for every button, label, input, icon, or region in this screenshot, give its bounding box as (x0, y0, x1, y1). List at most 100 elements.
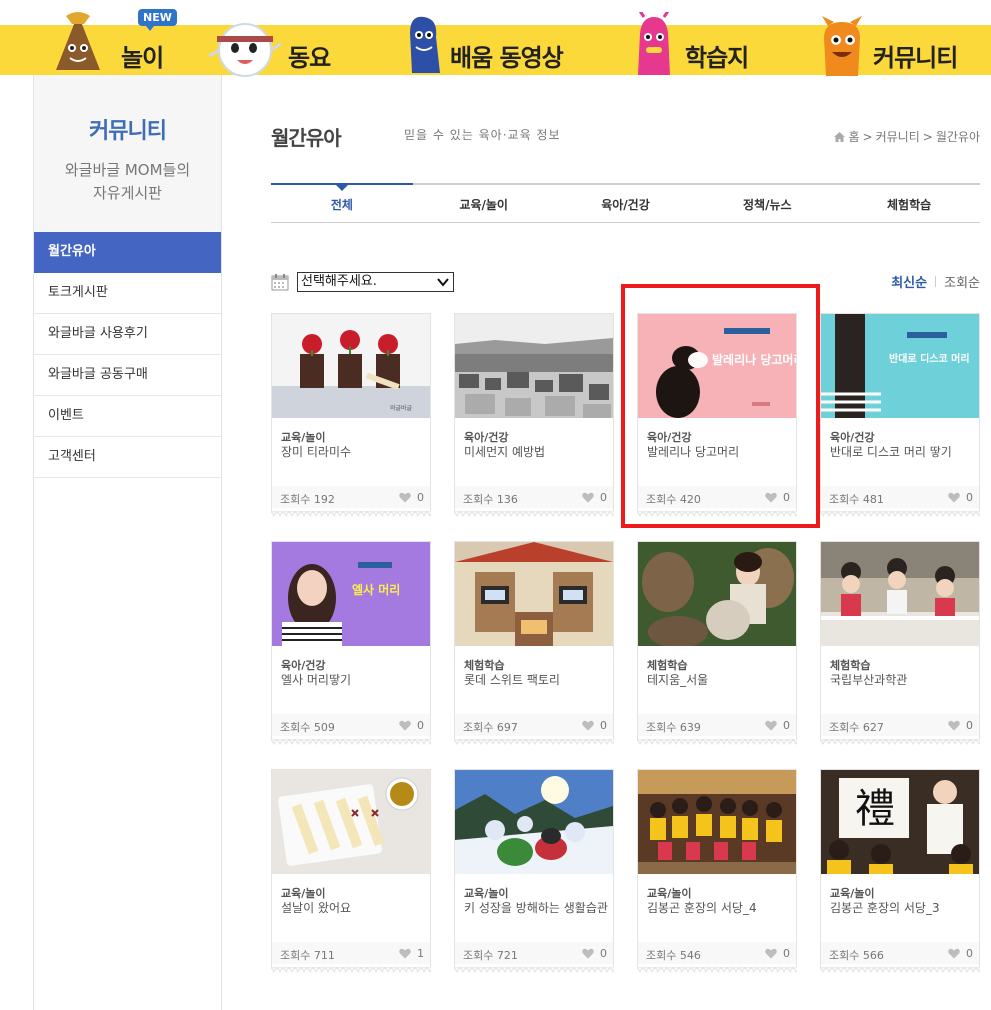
tab-field-trip[interactable]: 체험학습 (838, 185, 980, 222)
post-views: 조회수 697 (463, 721, 518, 734)
card-zigzag-edge (454, 967, 614, 973)
post-likes[interactable]: 0 (948, 491, 973, 504)
nav-item-play[interactable]: NEW 놀이 (48, 0, 178, 75)
post-title[interactable]: 키 성장을 방해하는 생활습관 (464, 901, 610, 916)
post-title[interactable]: 미세먼지 예방법 (464, 445, 610, 460)
sidebar-item-monthly[interactable]: 월간유아 (34, 232, 221, 273)
breadcrumb-home[interactable]: 홈 (848, 128, 859, 145)
post-thumbnail[interactable]: 禮 (821, 770, 979, 874)
tab-policy-news[interactable]: 정책/뉴스 (696, 185, 838, 222)
post-title[interactable]: 반대로 디스코 머리 땋기 (830, 445, 976, 460)
post-thumbnail[interactable] (638, 770, 796, 874)
post-category: 교육/놀이 (281, 887, 326, 900)
post-views: 조회수 639 (646, 721, 701, 734)
tab-education-play[interactable]: 교육/놀이 (413, 185, 555, 222)
post-thumbnail[interactable] (272, 770, 430, 874)
sidebar-item-support[interactable]: 고객센터 (34, 437, 221, 478)
nav-item-songs[interactable]: 동요 (207, 0, 332, 77)
post-title[interactable]: 엘사 머리땋기 (281, 673, 427, 688)
breadcrumb: 홈 > 커뮤니티 > 월간유아 (834, 128, 980, 145)
blue-character-icon (410, 16, 440, 73)
post-thumbnail[interactable]: 와글바글 (272, 314, 430, 418)
post-category: 체험학습 (464, 659, 505, 672)
post-likes[interactable]: 0 (765, 719, 790, 732)
post-card[interactable]: 교육/놀이 설날이 왔어요조회수 711 1 (271, 769, 431, 973)
nav-item-videos[interactable]: 배움 동영상 (402, 0, 567, 75)
post-stats: 조회수 566 0 (821, 942, 979, 964)
post-card[interactable]: 육아/건강 미세먼지 예방법 조회수 136 0 (454, 313, 614, 517)
orange-character-icon (822, 16, 862, 76)
post-likes[interactable]: 0 (582, 947, 607, 960)
sidebar: 커뮤니티 와글바글 MOM들의 자유게시판 월간유아 토크게시판 와글바글 사용… (33, 75, 222, 1010)
post-title[interactable]: 김봉곤 훈장의 서당_3 (830, 901, 976, 916)
post-likes[interactable]: 0 (948, 719, 973, 732)
post-likes[interactable]: 0 (399, 491, 424, 504)
thumb-watermark: 와글바글 (390, 404, 413, 412)
heart-icon (399, 492, 411, 503)
post-stats: 조회수 509 0 (272, 714, 430, 736)
post-card[interactable]: 체험학습 국립부산과학관 조회수 627 0 (820, 541, 980, 745)
post-likes[interactable]: 1 (399, 947, 424, 960)
post-thumbnail[interactable] (455, 770, 613, 874)
post-card[interactable]: 교육/놀이 키 성장을 방해하는 생활습관 조회수 721 0 (454, 769, 614, 973)
post-thumbnail[interactable] (638, 542, 796, 646)
heart-icon (582, 720, 594, 731)
breadcrumb-community[interactable]: 커뮤니티 (876, 128, 920, 145)
sort-views[interactable]: 조회순 (944, 272, 980, 291)
post-thumbnail[interactable]: 반대로 디스코 머리 (821, 314, 979, 418)
post-views: 조회수 566 (829, 949, 884, 962)
heart-icon (582, 948, 594, 959)
post-card[interactable]: 교육/놀이 김봉곤 훈장의 서당_4 조회수 546 0 (637, 769, 797, 973)
post-thumbnail[interactable]: 엘사 머리 (272, 542, 430, 646)
post-likes[interactable]: 0 (948, 947, 973, 960)
post-views: 조회수 721 (463, 949, 518, 962)
post-title[interactable]: 설날이 왔어요 (281, 901, 427, 916)
tab-all[interactable]: 전체 (271, 183, 413, 222)
ghost-character-icon (208, 23, 282, 77)
sidebar-item-reviews[interactable]: 와글바글 사용후기 (34, 314, 221, 355)
post-card[interactable]: 체험학습 롯데 스위트 팩토리조회수 697 0 (454, 541, 614, 745)
post-views: 조회수 509 (280, 721, 335, 734)
tab-parenting-health[interactable]: 육아/건강 (555, 185, 697, 222)
post-thumbnail[interactable] (455, 314, 613, 418)
post-title[interactable]: 롯데 스위트 팩토리 (464, 673, 610, 688)
post-card[interactable]: 禮 교육/놀이 김봉곤 훈장의 서당_3 조회수 566 0 (820, 769, 980, 973)
post-card[interactable]: 와글바글 교육/놀이 장미 티라미수 조회수 192 0 (271, 313, 431, 517)
post-stats: 조회수 697 0 (455, 714, 613, 736)
post-likes[interactable]: 0 (582, 491, 607, 504)
nav-label-play: 놀이 (121, 44, 164, 72)
post-likes[interactable]: 0 (582, 719, 607, 732)
thumb-caption: 반대로 디스코 머리 (889, 352, 970, 365)
heart-icon (765, 720, 777, 731)
post-card[interactable]: 엘사 머리 육아/건강 엘사 머리땋기 조회수 509 0 (271, 541, 431, 745)
post-thumbnail[interactable] (821, 542, 979, 646)
post-category: 체험학습 (830, 659, 871, 672)
post-views: 조회수 711 (280, 949, 335, 962)
post-category: 체험학습 (647, 659, 688, 672)
post-card[interactable]: 체험학습 테지움_서울조회수 639 0 (637, 541, 797, 745)
month-select[interactable]: 선택해주세요. (297, 272, 454, 292)
acorn-character-icon (56, 12, 100, 70)
home-icon[interactable] (834, 131, 846, 142)
sidebar-item-group-buy[interactable]: 와글바글 공동구매 (34, 355, 221, 396)
sort-divider (935, 276, 937, 287)
sort-latest[interactable]: 최신순 (891, 272, 927, 291)
sidebar-item-talk-board[interactable]: 토크게시판 (34, 273, 221, 314)
nav-item-community[interactable]: 커뮤니티 (818, 0, 988, 76)
heart-icon (948, 492, 960, 503)
post-title[interactable]: 김봉곤 훈장의 서당_4 (647, 901, 793, 916)
post-likes[interactable]: 0 (765, 947, 790, 960)
post-title[interactable]: 장미 티라미수 (281, 445, 427, 460)
sidebar-header: 커뮤니티 와글바글 MOM들의 자유게시판 (34, 75, 221, 232)
breadcrumb-current: 월간유아 (935, 130, 980, 144)
page-title: 월간유아 (271, 126, 342, 150)
post-stats: 조회수 136 0 (455, 486, 613, 508)
post-stats: 조회수 546 0 (638, 942, 796, 964)
post-card[interactable]: 반대로 디스코 머리 육아/건강 반대로 디스코 머리 땋기 조회수 481 0 (820, 313, 980, 517)
post-likes[interactable]: 0 (399, 719, 424, 732)
post-title[interactable]: 국립부산과학관 (830, 673, 976, 688)
sidebar-item-events[interactable]: 이벤트 (34, 396, 221, 437)
post-title[interactable]: 테지움_서울 (647, 673, 793, 688)
post-thumbnail[interactable] (455, 542, 613, 646)
nav-item-worksheets[interactable]: 학습지 (630, 0, 755, 75)
